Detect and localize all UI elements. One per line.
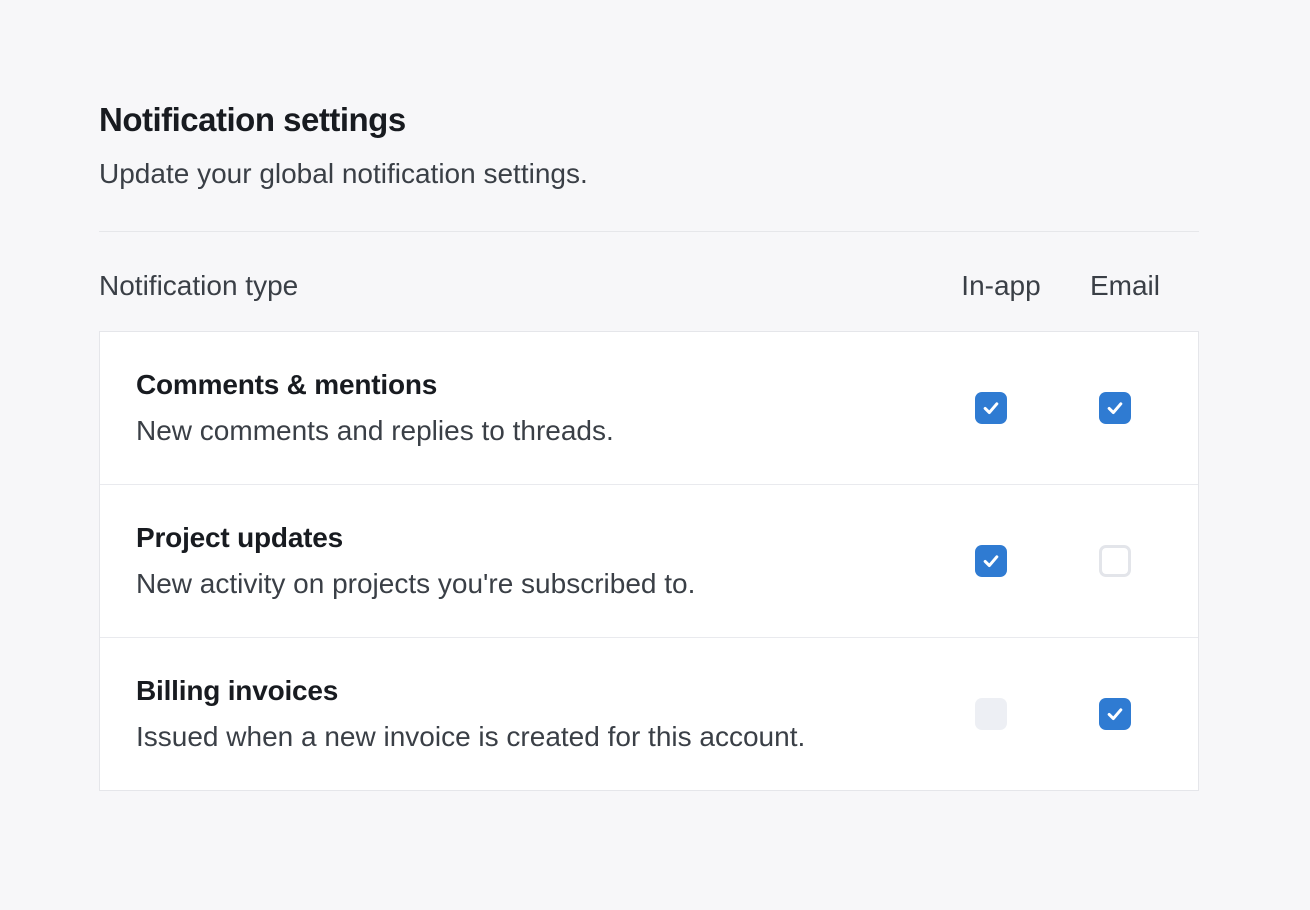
comments-in-app-checkbox[interactable] [975,392,1007,424]
column-header-email: Email [1085,270,1165,302]
row-description: New comments and replies to threads. [136,413,907,449]
row-text: Project updates New activity on projects… [136,520,907,602]
notification-settings-card: Comments & mentions New comments and rep… [99,331,1199,791]
check-icon [1105,704,1125,724]
billing-email-checkbox[interactable] [1099,698,1131,730]
row-text: Billing invoices Issued when a new invoi… [136,673,907,755]
in-app-cell [951,698,1031,730]
notification-row-project-updates: Project updates New activity on projects… [100,484,1198,637]
notification-settings-page: Notification settings Update your global… [99,0,1199,791]
row-text: Comments & mentions New comments and rep… [136,367,907,449]
row-title: Comments & mentions [136,367,907,403]
row-title: Billing invoices [136,673,907,709]
check-icon [1105,398,1125,418]
section-divider [99,231,1199,232]
notification-row-billing-invoices: Billing invoices Issued when a new invoi… [100,637,1198,790]
comments-email-checkbox[interactable] [1099,392,1131,424]
email-cell [1075,545,1155,577]
column-header-in-app: In-app [961,270,1041,302]
email-cell [1075,392,1155,424]
check-icon [981,551,1001,571]
in-app-cell [951,545,1031,577]
row-description: Issued when a new invoice is created for… [136,719,907,755]
projects-in-app-checkbox[interactable] [975,545,1007,577]
column-header-notification-type: Notification type [99,270,917,302]
projects-email-checkbox[interactable] [1099,545,1131,577]
billing-in-app-checkbox [975,698,1007,730]
table-header: Notification type In-app Email [99,270,1199,302]
row-title: Project updates [136,520,907,556]
page-subtitle: Update your global notification settings… [99,156,1199,192]
check-icon [981,398,1001,418]
email-cell [1075,698,1155,730]
page-title: Notification settings [99,100,1199,140]
row-description: New activity on projects you're subscrib… [136,566,907,602]
notification-row-comments-mentions: Comments & mentions New comments and rep… [100,332,1198,484]
in-app-cell [951,392,1031,424]
